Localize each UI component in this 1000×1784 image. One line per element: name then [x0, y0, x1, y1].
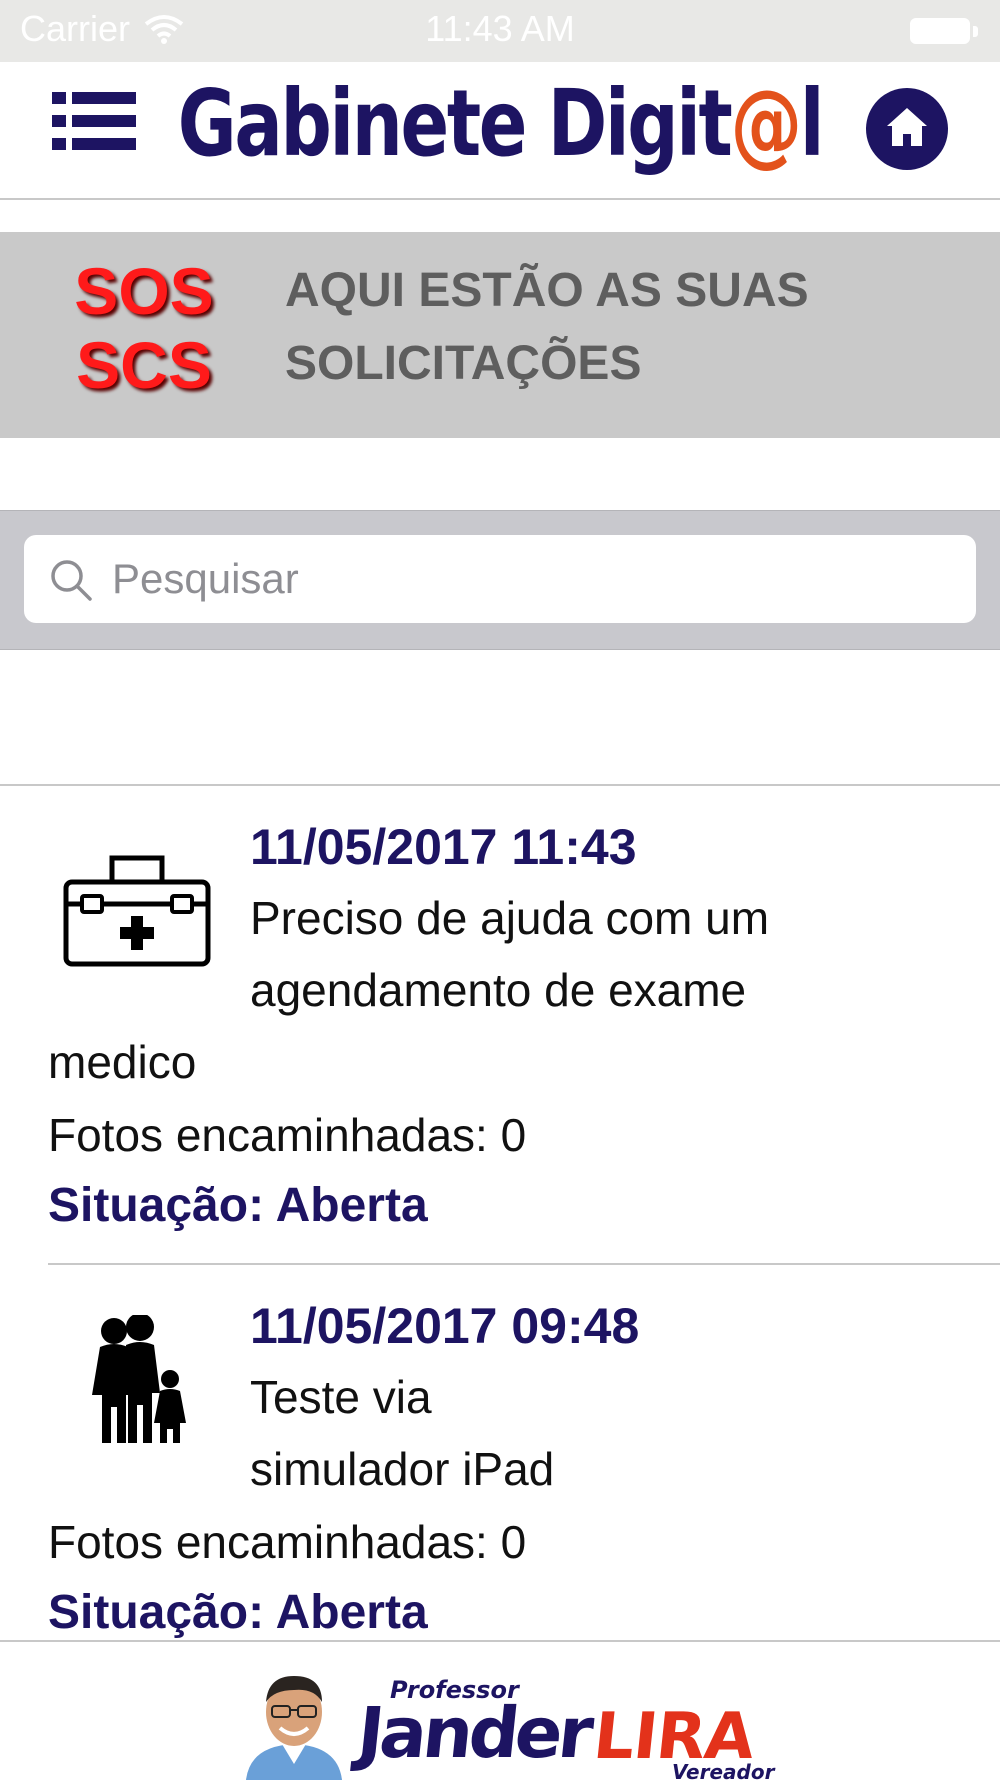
sos-banner: SOS SCS AQUI ESTÃO AS SUAS SOLICITAÇÕES	[0, 232, 1000, 438]
footer-name: Jander	[353, 1692, 594, 1774]
request-description: Preciso de ajuda com um agendamento de e…	[48, 882, 948, 1098]
app-title-main: Gabinete Digit	[177, 70, 733, 177]
home-icon	[887, 108, 927, 146]
sos-logo-line1: SOS	[74, 254, 214, 328]
request-desc-line: medico	[48, 1036, 197, 1088]
search-icon	[51, 560, 92, 601]
banner-heading: AQUI ESTÃO AS SUAS SOLICITAÇÕES	[285, 264, 809, 390]
request-desc-line: Teste via	[250, 1371, 432, 1423]
request-photos-count: Fotos encaminhadas: 0	[48, 1516, 527, 1568]
search-bar	[0, 510, 1000, 650]
request-date: 11/05/2017 09:48	[250, 1298, 640, 1354]
status-bar: Carrier 11:43 AM	[0, 0, 1000, 62]
app-title-end: l	[799, 70, 825, 177]
app-title: Gabinete Digit@l	[110, 70, 890, 177]
app-title-at: @	[730, 70, 802, 177]
avatar	[238, 1668, 350, 1780]
battery-icon	[910, 18, 978, 46]
footer-banner: Professor Jander LIRA Vereador	[0, 1640, 1000, 1784]
request-item[interactable]: 11/05/2017 09:48 Teste via simulador iPa…	[0, 1265, 1000, 1640]
search-box[interactable]	[24, 535, 976, 623]
request-desc-line: simulador iPad	[250, 1443, 555, 1495]
request-desc-line: Preciso de ajuda com um	[250, 892, 770, 944]
request-item[interactable]: 11/05/2017 11:43 Preciso de ajuda com um…	[0, 786, 1000, 1264]
sos-logo-line2: SCS	[76, 328, 212, 402]
search-input[interactable]	[112, 535, 952, 623]
request-desc-line: agendamento de exame	[250, 964, 747, 1016]
request-description: Teste via simulador iPad	[48, 1361, 948, 1505]
footer-role: Vereador	[672, 1760, 775, 1784]
request-status: Situação: Aberta	[48, 1179, 428, 1232]
request-date: 11/05/2017 11:43	[250, 819, 637, 875]
request-status: Situação: Aberta	[48, 1586, 428, 1639]
nav-bar: Gabinete Digit@l	[0, 62, 1000, 200]
sos-scs-logo: SOS SCS	[64, 254, 224, 402]
request-photos-count: Fotos encaminhadas: 0	[48, 1109, 527, 1161]
status-time: 11:43 AM	[425, 8, 575, 49]
home-button[interactable]	[866, 88, 948, 170]
